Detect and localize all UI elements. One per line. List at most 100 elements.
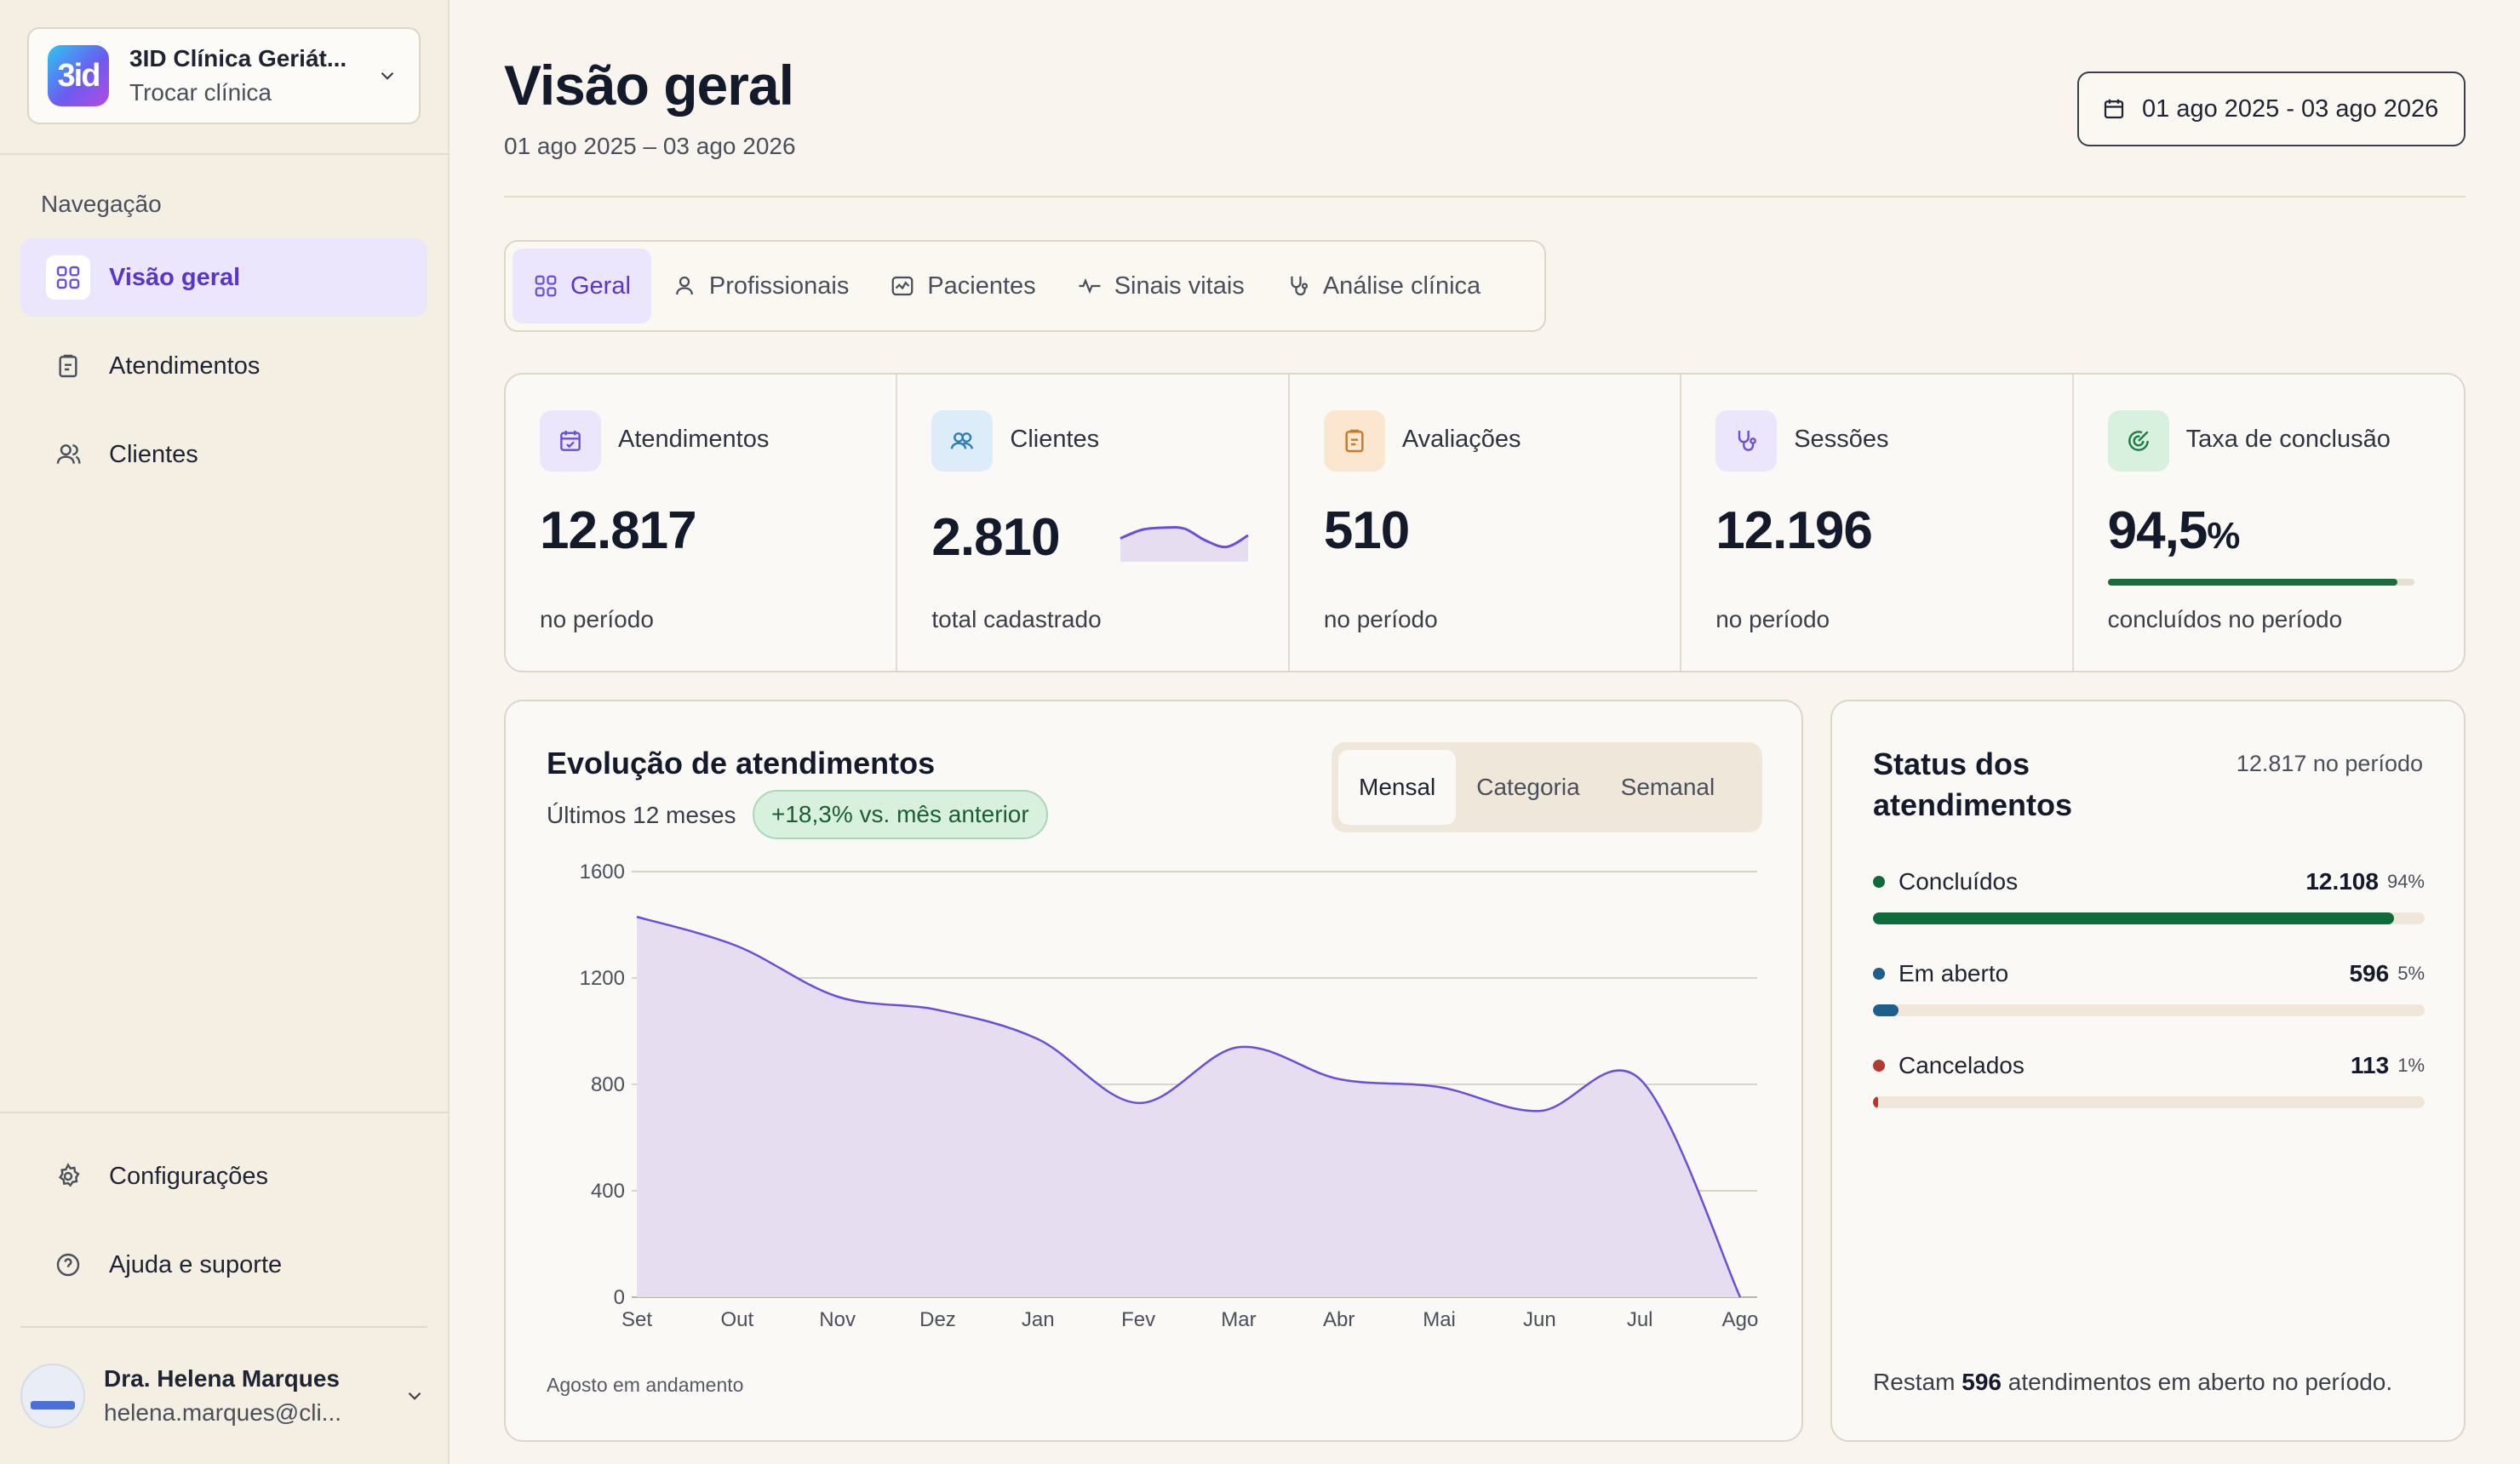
clinic-logo: 3id [48,45,109,106]
status-footer-count: 596 [1962,1369,2002,1395]
status-dot [1873,1060,1885,1072]
y-tick-label: 1200 [580,967,625,990]
user-icon [672,273,697,299]
kpi-label: Taxa de conclusão [2185,426,2391,453]
segment-mensal[interactable]: Mensal [1338,750,1457,825]
evolution-card: Evolução de atendimentos Últimos 12 mese… [504,700,1803,1442]
date-range-label: 01 ago 2025 - 03 ago 2026 [2142,94,2439,123]
stethoscope-icon [1286,273,1311,299]
x-tick-label: Ago [1722,1308,1759,1331]
tab-geral[interactable]: Geral [513,249,651,323]
tab-label: Profissionais [708,272,850,300]
page-date-range: 01 ago 2025 – 03 ago 2026 [504,133,796,159]
pulse-icon [1077,273,1102,299]
status-period: 12.817 no período [2236,751,2423,776]
kpi-foot: no período [1715,606,1830,632]
sidebar-item-ajuda[interactable]: Ajuda e suporte [20,1226,427,1304]
sidebar-item-visao-geral[interactable]: Visão geral [20,238,427,317]
status-footer-pre: Restam [1873,1369,1956,1395]
status-count: 12.108 [2305,868,2379,895]
status-bar-fill [1873,912,2395,924]
kpi-taxa-conclusao: Taxa de conclusão 94,5% concluídos no pe… [2074,375,2464,671]
kpi-value: 510 [1323,501,1410,560]
x-tick-label: Abr [1323,1308,1354,1331]
tab-analise-clinica[interactable]: Análise clínica [1265,249,1501,323]
clientes-sparkline [1120,525,1250,562]
growth-badge: +18,3% vs. mês anterior [753,790,1048,839]
kpi-cards: Atendimentos 12.817 no período Clientes … [504,373,2466,672]
status-row-head: Cancelados 113 1% [1873,1052,2425,1079]
tab-pacientes[interactable]: Pacientes [869,249,1056,323]
completion-progress-bar [2107,579,2414,586]
x-tick-label: Jun [1523,1308,1556,1331]
chart-footnote: Agosto em andamento [547,1374,744,1396]
clipboard-icon [1323,410,1385,472]
grid-icon [46,255,90,300]
sidebar-divider [0,153,450,155]
help-icon [49,1246,87,1284]
x-tick-label: Mai [1423,1308,1456,1331]
tab-label: Análise clínica [1322,272,1481,300]
sidebar-divider [0,1112,450,1113]
status-row-cancelados: Cancelados 113 1% [1873,1052,2425,1108]
kpi-foot: no período [1323,606,1438,632]
sidebar-item-label: Configurações [109,1162,268,1190]
x-tick-label: Mar [1221,1308,1256,1331]
kpi-foot: concluídos no período [2107,606,2343,632]
page-title: Visão geral [504,54,794,117]
status-count: 113 [2351,1052,2390,1078]
grid-icon [533,273,558,299]
x-tick-label: Dez [919,1308,956,1331]
x-tick-label: Fev [1121,1308,1155,1331]
kpi-clientes: Clientes 2.810 total cadastrado [897,375,1290,671]
sparkline-area [1120,527,1249,562]
calendar-icon [2101,96,2127,122]
kpi-sessoes: Sessões 12.196 no período [1681,375,2074,671]
tab-sinais-vitais[interactable]: Sinais vitais [1057,249,1265,323]
status-row-concluidos: Concluídos 12.108 94% [1873,868,2425,924]
users-icon [49,436,87,473]
tab-label: Geral [570,272,631,300]
activity-card-icon [890,273,915,299]
sidebar-divider [20,1326,427,1328]
status-bar-fill [1873,1096,1878,1108]
x-tick-label: Nov [819,1308,856,1331]
status-dot [1873,876,1885,888]
clinic-switcher[interactable]: 3id 3ID Clínica Geriát... Trocar clínica [27,27,421,124]
chevron-down-icon [402,1383,427,1409]
clinic-text: 3ID Clínica Geriát... Trocar clínica [129,45,375,106]
kpi-foot: no período [540,606,654,632]
area-fill [637,917,1740,1297]
clipboard-icon [49,347,87,385]
clinic-name: 3ID Clínica Geriát... [129,45,347,71]
sidebar-item-label: Ajuda e suporte [109,1250,283,1278]
evolution-subtitle: Últimos 12 meses [547,802,736,828]
status-name: Cancelados [1899,1052,2025,1078]
status-dot [1873,968,1885,980]
evolution-title: Evolução de atendimentos [547,746,936,781]
sidebar-item-atendimentos[interactable]: Atendimentos [20,327,427,405]
evolution-chart-svg: 0 400 800 1200 1600 Set Out Nov Dez Jan Fev Mar Abr M… [580,861,1759,1331]
kpi-value: 12.817 [540,501,697,560]
section-tabs: Geral Profissionais Pacientes Sinais vit… [504,240,1546,332]
segment-semanal[interactable]: Semanal [1601,750,1736,825]
date-range-button[interactable]: 01 ago 2025 - 03 ago 2026 [2077,71,2466,146]
kpi-label: Clientes [1010,426,1100,453]
chevron-down-icon [375,63,400,89]
stethoscope-icon [1715,410,1778,472]
tab-profissionais[interactable]: Profissionais [651,249,869,323]
status-footer-post: atendimentos em aberto no período. [2007,1369,2393,1395]
kpi-value: 12.196 [1715,501,1873,560]
status-count: 596 [2349,960,2390,986]
status-bar [1873,1004,2425,1016]
status-row-head: Concluídos 12.108 94% [1873,868,2425,895]
status-bar [1873,912,2425,924]
sidebar-item-configuracoes[interactable]: Configurações [20,1137,427,1215]
sidebar-item-label: Atendimentos [109,352,261,380]
sidebar-item-clientes[interactable]: Clientes [20,415,427,494]
target-check-icon [2107,410,2169,472]
status-pct: 5% [2397,963,2425,984]
status-bar [1873,1096,2425,1108]
segment-categoria[interactable]: Categoria [1456,750,1600,825]
user-menu[interactable]: Dra. Helena Marques helena.marques@cli..… [20,1353,427,1438]
